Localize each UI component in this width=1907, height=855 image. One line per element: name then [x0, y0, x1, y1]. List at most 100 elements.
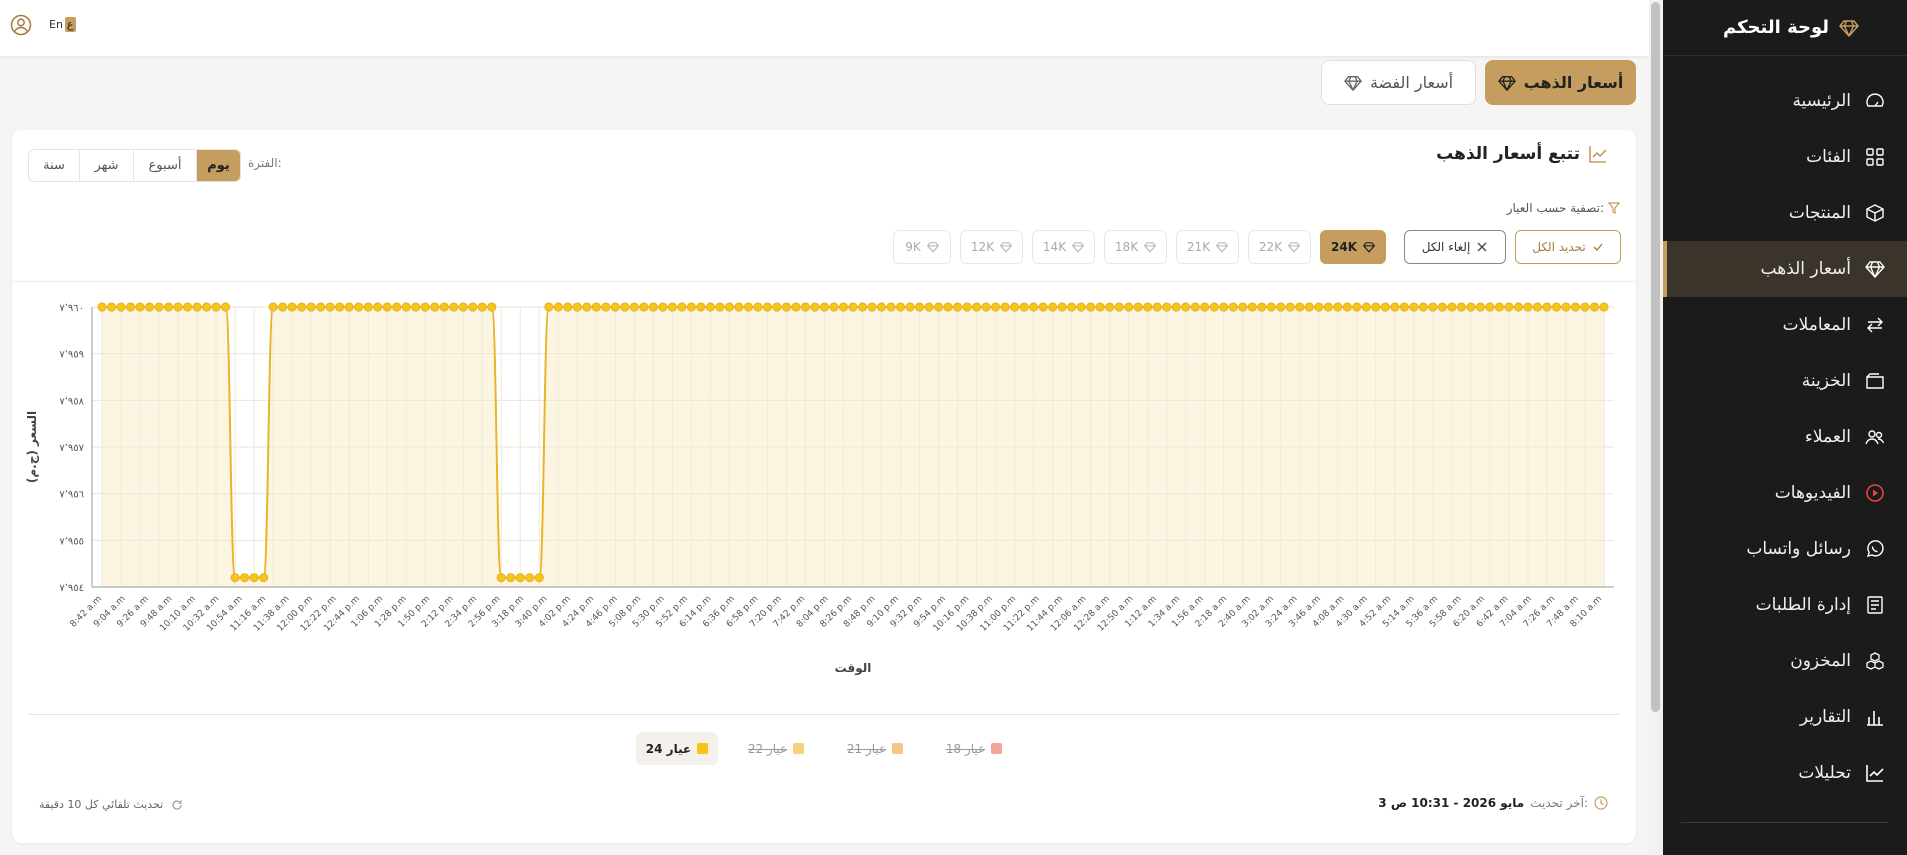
karat-12k-button[interactable]: 12K [960, 230, 1023, 264]
data-point [1257, 302, 1267, 312]
legend-label: عيار 21 [846, 741, 887, 756]
legend-item-k21[interactable]: عيار 21 [834, 732, 916, 765]
period-day[interactable]: يوم [196, 150, 240, 181]
tab-silver-prices[interactable]: أسعار الفضة [1321, 60, 1476, 105]
period-year[interactable]: سنة [29, 150, 79, 181]
y-axis-label: السعر (ج.م) [25, 411, 40, 483]
data-point [1580, 302, 1590, 312]
sidebar-item-label: أسعار الذهب [1760, 259, 1851, 279]
sidebar-item-3[interactable]: المنتجات [1663, 185, 1907, 241]
data-point [1133, 302, 1143, 312]
data-point [1523, 302, 1533, 312]
data-point [715, 302, 725, 312]
clock-icon [1594, 796, 1608, 810]
legend-swatch [697, 743, 709, 754]
data-point [287, 302, 297, 312]
karat-18k-button[interactable]: 18K [1104, 230, 1167, 264]
sidebar-item-13[interactable]: تحليلات [1663, 745, 1907, 801]
data-point [1038, 302, 1048, 312]
scrollbar-thumb[interactable] [1651, 2, 1660, 712]
sidebar-item-1[interactable]: الرئيسية [1663, 73, 1907, 129]
data-point [1162, 302, 1172, 312]
data-point [363, 302, 373, 312]
data-point [506, 573, 516, 583]
legend-item-k18[interactable]: عيار 18 [933, 732, 1015, 765]
sidebar-item-2[interactable]: الفئات [1663, 129, 1907, 185]
users-icon [1865, 427, 1885, 447]
legend-item-k22[interactable]: عيار 22 [735, 732, 817, 765]
last-update: 3 مايو 2026 - 10:31 ص آخر تحديث: [1378, 796, 1608, 810]
sidebar-item-7[interactable]: العملاء [1663, 409, 1907, 465]
lang-en-option[interactable]: En [49, 18, 63, 31]
play-icon [1865, 483, 1885, 503]
gold-price-tracker-card: تتبع أسعار الذهب الفترة: سنة شهر أسبوع ي… [12, 130, 1636, 843]
period-week[interactable]: أسبوع [133, 150, 196, 181]
data-point [981, 302, 991, 312]
top-bar: En ع [0, 0, 1649, 56]
data-point [439, 302, 449, 312]
sidebar-item-12[interactable]: التقارير [1663, 689, 1907, 745]
tab-gold-label: أسعار الذهب [1523, 73, 1624, 92]
data-point [753, 302, 763, 312]
y-tick-label: ٧٬٩٥٧ [59, 443, 84, 454]
sidebar-item-5[interactable]: المعاملات [1663, 297, 1907, 353]
diamond-icon [1363, 242, 1375, 253]
diamond-icon [1216, 242, 1229, 253]
data-point [411, 302, 421, 312]
sidebar-item-10[interactable]: إدارة الطلبات [1663, 577, 1907, 633]
inventory-icon [1865, 651, 1885, 671]
trend-icon [1865, 763, 1885, 783]
auto-refresh: تحديث تلقائي كل 10 دقيقة [39, 798, 183, 811]
data-point [1570, 302, 1581, 312]
data-point [810, 302, 820, 312]
data-point [154, 302, 164, 312]
sidebar-item-9[interactable]: رسائل واتساب [1663, 521, 1907, 577]
legend-swatch [991, 743, 1003, 754]
data-point [867, 302, 877, 312]
karat-21k-button[interactable]: 21K [1176, 230, 1239, 264]
user-account-icon[interactable] [10, 14, 32, 36]
data-point [525, 573, 535, 583]
app-root: En ع أسعار الذهب أسعار الفضة تتبع أسعار … [0, 0, 1907, 855]
legend-item-k24[interactable]: عيار 24 [636, 732, 718, 765]
sidebar-item-4[interactable]: أسعار الذهب [1663, 241, 1907, 297]
karat-filter-text: تصفية حسب العيار: [1506, 201, 1604, 215]
language-switcher[interactable]: En ع [49, 17, 76, 32]
data-point [1067, 302, 1077, 312]
data-point [1114, 302, 1124, 312]
karat-9k-button[interactable]: 9K [893, 230, 951, 264]
data-point [1181, 302, 1191, 312]
karat-14k-button[interactable]: 14K [1032, 230, 1095, 264]
karat-22k-button[interactable]: 22K [1248, 230, 1311, 264]
sidebar-item-6[interactable]: الخزينة [1663, 353, 1907, 409]
refresh-icon[interactable] [171, 799, 183, 811]
tab-gold-prices[interactable]: أسعار الذهب [1485, 60, 1636, 105]
sidebar-item-8[interactable]: الفيديوهات [1663, 465, 1907, 521]
data-point [629, 302, 639, 312]
sidebar-title: لوحة التحكم [1722, 17, 1829, 38]
page-scrollbar[interactable] [1649, 0, 1663, 855]
sidebar-item-11[interactable]: المخزون [1663, 633, 1907, 689]
diamond-logo-icon [1839, 19, 1859, 37]
data-point [601, 302, 611, 312]
data-point [791, 302, 801, 312]
clear-all-button[interactable]: إلغاء الكل [1404, 230, 1506, 264]
karat-21k-label: 21K [1186, 240, 1211, 254]
data-point [1048, 302, 1058, 312]
data-point [553, 302, 563, 312]
period-month[interactable]: شهر [79, 150, 133, 181]
data-point [1390, 302, 1400, 312]
data-point [1437, 302, 1447, 312]
select-all-button[interactable]: تحديد الكل [1515, 230, 1621, 264]
y-tick-label: ٧٬٩٥٥ [59, 536, 84, 547]
lang-ar-option[interactable]: ع [64, 17, 76, 32]
data-point [1589, 302, 1600, 312]
data-point [420, 302, 430, 312]
karat-24k-button[interactable]: 24K [1320, 230, 1386, 264]
y-tick-label: ٧٬٩٦٠ [59, 303, 84, 314]
data-point [990, 302, 1001, 312]
data-point [1409, 302, 1419, 312]
data-point [734, 302, 744, 312]
close-icon [1477, 242, 1487, 252]
data-point [173, 302, 183, 312]
